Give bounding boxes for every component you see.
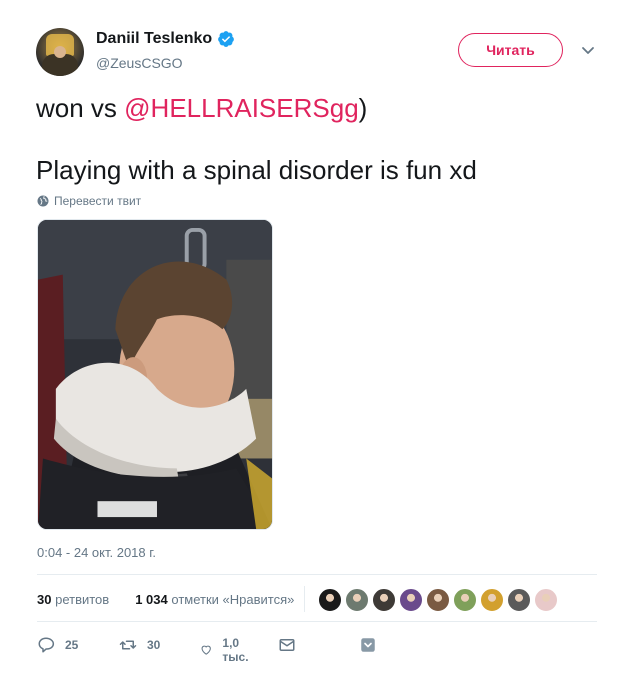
tweet-timestamp[interactable]: 0:04 - 24 окт. 2018 г.: [37, 545, 156, 560]
direct-message-button[interactable]: [278, 636, 296, 654]
liker-avatar[interactable]: [345, 588, 369, 612]
tweet-stats: 30 ретвитов 1 034 отметки «Нравится»: [37, 592, 294, 607]
follow-button[interactable]: Читать: [458, 33, 563, 67]
retweets-count: 30: [37, 592, 52, 607]
globe-icon: [37, 195, 49, 207]
mention-link[interactable]: @HELLRAISERSgg: [124, 93, 359, 123]
tweet-photo[interactable]: [37, 219, 273, 530]
envelope-icon: [279, 639, 295, 651]
tweet-card: Daniil Teslenko @ZeusCSGO Читать won vs …: [0, 0, 634, 676]
user-handle[interactable]: @ZeusCSGO: [96, 55, 183, 71]
like-count: 1,0 тыс.: [222, 636, 249, 664]
liker-avatar[interactable]: [372, 588, 396, 612]
display-name[interactable]: Daniil Teslenko: [96, 30, 212, 48]
more-options-button[interactable]: [359, 636, 377, 654]
liker-avatar[interactable]: [426, 588, 450, 612]
divider-bottom: [37, 621, 597, 622]
stats-separator: [304, 586, 305, 612]
retweets-label: ретвитов: [55, 592, 110, 607]
tweet-text-suffix: ): [358, 93, 368, 123]
translate-label: Перевести твит: [54, 194, 142, 208]
liker-avatar[interactable]: [480, 588, 504, 612]
liker-avatar[interactable]: [453, 588, 477, 612]
reply-count: 25: [65, 638, 79, 652]
avatar[interactable]: [36, 28, 84, 76]
likers-avatars: [318, 588, 558, 612]
retweet-icon: [119, 640, 137, 650]
tweet-text: won vs @HELLRAISERSgg) Playing with a sp…: [36, 92, 596, 186]
translate-tweet-link[interactable]: Перевести твит: [37, 194, 141, 208]
heart-icon: [201, 645, 211, 655]
chevron-down-icon[interactable]: [580, 42, 596, 58]
reply-icon: [38, 637, 55, 653]
liker-avatar[interactable]: [534, 588, 558, 612]
retweet-button[interactable]: 30: [119, 636, 160, 654]
user-name-row[interactable]: Daniil Teslenko: [96, 30, 235, 48]
tweet-text-prefix: won vs: [36, 93, 125, 123]
liker-avatar[interactable]: [507, 588, 531, 612]
reply-button[interactable]: 25: [37, 636, 78, 654]
likes-count: 1 034: [135, 592, 168, 607]
like-button[interactable]: 1,0 тыс.: [200, 636, 254, 664]
liker-avatar[interactable]: [318, 588, 342, 612]
retweet-count: 30: [147, 638, 161, 652]
liker-avatar[interactable]: [399, 588, 423, 612]
photo-illustration: [38, 220, 272, 529]
divider-top: [37, 574, 597, 575]
retweets-stat[interactable]: 30 ретвитов: [37, 592, 109, 607]
tweet-line-2: Playing with a spinal disorder is fun xd: [36, 155, 477, 185]
chevron-box-icon: [361, 638, 375, 652]
verified-badge-icon: [218, 31, 235, 47]
tweet-line-1: won vs @HELLRAISERSgg): [36, 92, 596, 124]
likes-label: отметки «Нравится»: [171, 592, 295, 607]
likes-stat[interactable]: 1 034 отметки «Нравится»: [135, 592, 294, 607]
